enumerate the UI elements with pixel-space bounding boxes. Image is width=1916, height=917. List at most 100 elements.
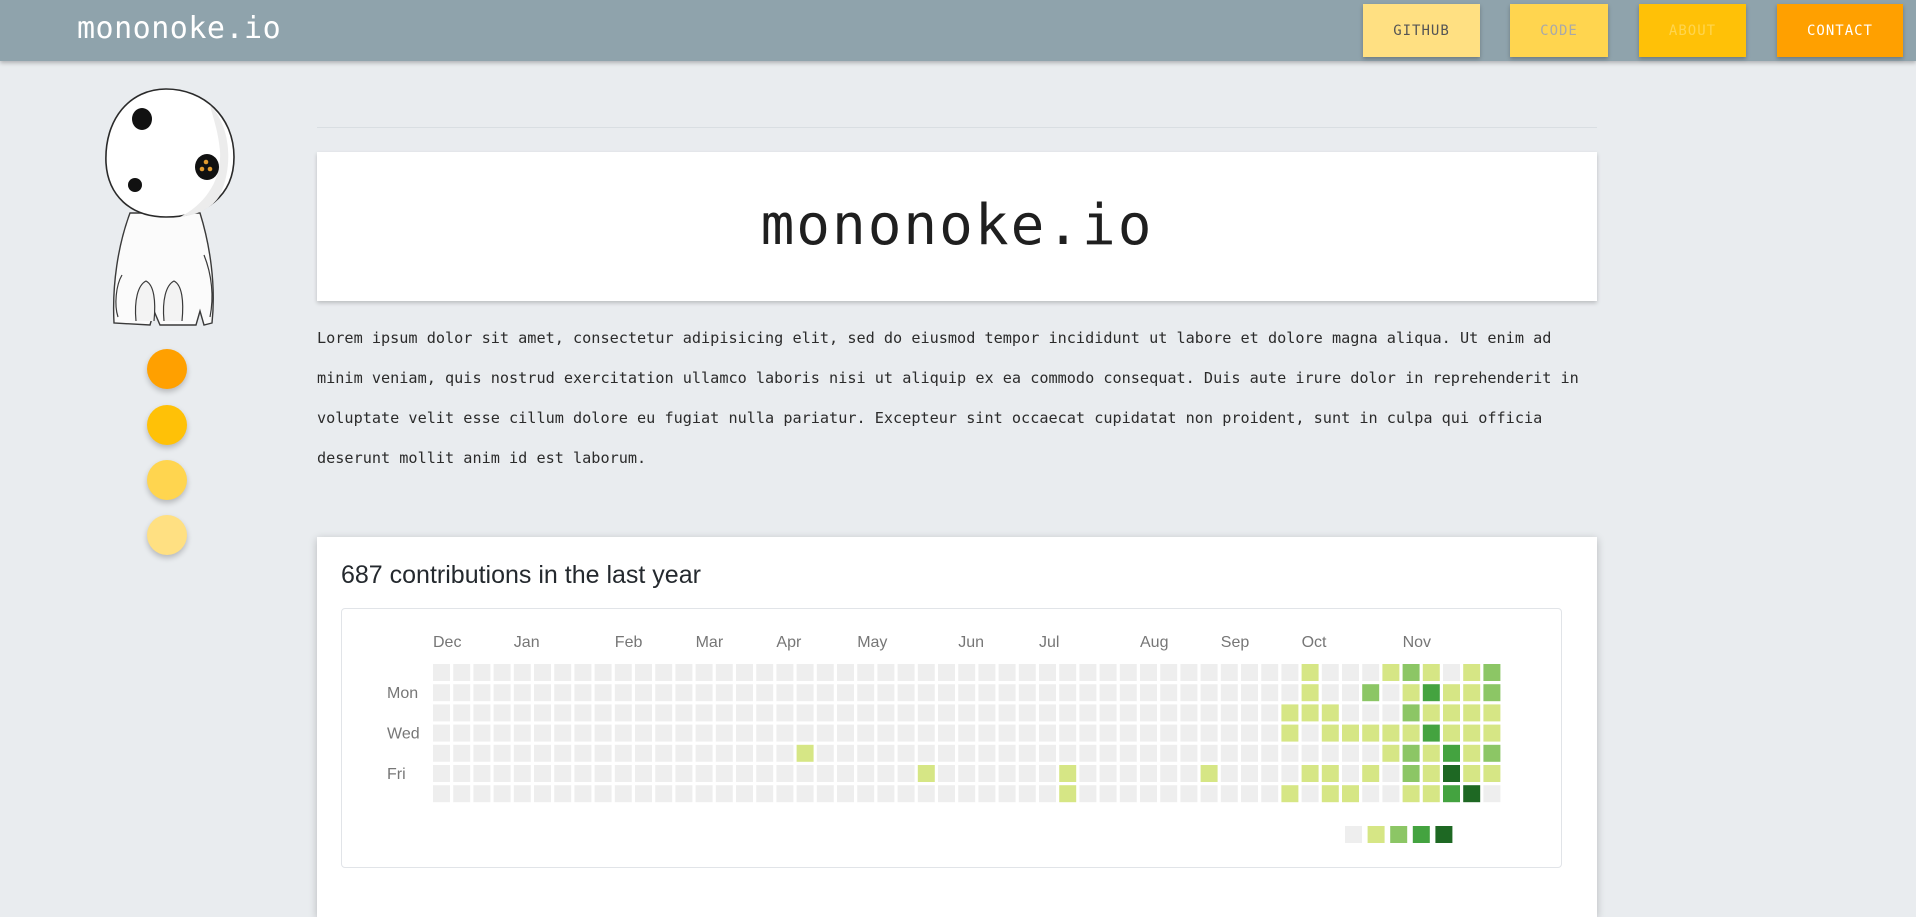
contribution-day-cell[interactable]: [493, 744, 511, 762]
contribution-day-cell[interactable]: [1140, 785, 1157, 803]
contribution-day-cell[interactable]: [796, 664, 814, 681]
contribution-day-cell[interactable]: [1220, 724, 1238, 742]
contribution-day-cell[interactable]: [1422, 785, 1440, 803]
nav-code-button[interactable]: CODE: [1510, 4, 1608, 57]
contribution-day-cell[interactable]: [776, 684, 794, 702]
contribution-day-cell[interactable]: [1160, 744, 1178, 762]
contribution-day-cell[interactable]: [1362, 765, 1380, 782]
contribution-day-cell[interactable]: [938, 724, 955, 742]
contribution-day-cell[interactable]: [715, 785, 733, 803]
contribution-day-cell[interactable]: [1200, 704, 1218, 722]
contribution-day-cell[interactable]: [1241, 664, 1258, 681]
contribution-day-cell[interactable]: [675, 704, 693, 722]
contribution-day-cell[interactable]: [493, 765, 511, 782]
contribution-day-cell[interactable]: [1180, 704, 1198, 722]
contribution-day-cell[interactable]: [1200, 765, 1218, 782]
contribution-day-cell[interactable]: [635, 704, 652, 722]
contribution-day-cell[interactable]: [837, 744, 854, 762]
contribution-day-cell[interactable]: [675, 724, 693, 742]
contribution-day-cell[interactable]: [715, 684, 733, 702]
contribution-day-cell[interactable]: [958, 664, 976, 681]
contribution-day-cell[interactable]: [1200, 684, 1218, 702]
contribution-day-cell[interactable]: [1382, 704, 1400, 722]
sidebar-dot-1[interactable]: [147, 349, 187, 389]
contribution-day-cell[interactable]: [1281, 724, 1299, 742]
contribution-day-cell[interactable]: [756, 704, 774, 722]
contribution-day-cell[interactable]: [513, 684, 531, 702]
contribution-day-cell[interactable]: [1443, 664, 1460, 681]
contribution-day-cell[interactable]: [1443, 765, 1460, 782]
contribution-day-cell[interactable]: [1463, 704, 1481, 722]
contribution-day-cell[interactable]: [1220, 785, 1238, 803]
contribution-day-cell[interactable]: [1241, 744, 1258, 762]
contribution-day-cell[interactable]: [958, 724, 976, 742]
contribution-day-cell[interactable]: [1483, 704, 1501, 722]
contribution-day-cell[interactable]: [857, 785, 875, 803]
contribution-day-cell[interactable]: [837, 724, 854, 742]
contribution-day-cell[interactable]: [1463, 765, 1481, 782]
contribution-day-cell[interactable]: [1342, 664, 1359, 681]
contribution-day-cell[interactable]: [1059, 664, 1077, 681]
contribution-day-cell[interactable]: [837, 704, 854, 722]
contribution-day-cell[interactable]: [958, 704, 976, 722]
contribution-day-cell[interactable]: [675, 744, 693, 762]
contribution-day-cell[interactable]: [1099, 664, 1117, 681]
sidebar-dot-2[interactable]: [147, 405, 187, 445]
contribution-day-cell[interactable]: [877, 785, 895, 803]
contribution-day-cell[interactable]: [594, 785, 612, 803]
contribution-day-cell[interactable]: [776, 664, 794, 681]
contribution-day-cell[interactable]: [958, 684, 976, 702]
contribution-day-cell[interactable]: [655, 704, 673, 722]
contribution-day-cell[interactable]: [1301, 785, 1319, 803]
contribution-day-cell[interactable]: [453, 664, 471, 681]
contribution-day-cell[interactable]: [1220, 704, 1238, 722]
contribution-day-cell[interactable]: [554, 765, 572, 782]
contribution-day-cell[interactable]: [776, 704, 794, 722]
contribution-day-cell[interactable]: [534, 684, 551, 702]
contribution-day-cell[interactable]: [513, 724, 531, 742]
contribution-day-cell[interactable]: [1342, 765, 1359, 782]
contribution-day-cell[interactable]: [1342, 744, 1359, 762]
contribution-day-cell[interactable]: [837, 684, 854, 702]
contribution-day-cell[interactable]: [917, 724, 935, 742]
contribution-day-cell[interactable]: [594, 724, 612, 742]
contribution-day-cell[interactable]: [998, 684, 1016, 702]
contribution-day-cell[interactable]: [493, 724, 511, 742]
contribution-day-cell[interactable]: [433, 785, 450, 803]
contribution-day-cell[interactable]: [635, 724, 652, 742]
contribution-day-cell[interactable]: [897, 765, 915, 782]
contribution-day-cell[interactable]: [857, 704, 875, 722]
contribution-day-cell[interactable]: [433, 744, 450, 762]
contribution-day-cell[interactable]: [1018, 684, 1036, 702]
contribution-day-cell[interactable]: [1018, 765, 1036, 782]
contribution-day-cell[interactable]: [453, 765, 471, 782]
contribution-day-cell[interactable]: [614, 664, 632, 681]
contribution-day-cell[interactable]: [1443, 785, 1460, 803]
contribution-day-cell[interactable]: [897, 744, 915, 762]
contribution-day-cell[interactable]: [1200, 664, 1218, 681]
contribution-day-cell[interactable]: [614, 744, 632, 762]
contribution-day-cell[interactable]: [938, 664, 955, 681]
contribution-day-cell[interactable]: [1018, 744, 1036, 762]
contribution-day-cell[interactable]: [917, 664, 935, 681]
contribution-day-cell[interactable]: [837, 765, 854, 782]
contribution-day-cell[interactable]: [1079, 785, 1097, 803]
contribution-day-cell[interactable]: [473, 704, 491, 722]
contribution-day-cell[interactable]: [1039, 785, 1056, 803]
contribution-day-cell[interactable]: [1140, 765, 1157, 782]
contribution-day-cell[interactable]: [453, 704, 471, 722]
contribution-day-cell[interactable]: [857, 684, 875, 702]
contribution-day-cell[interactable]: [534, 765, 551, 782]
contribution-day-cell[interactable]: [1261, 744, 1279, 762]
contribution-day-cell[interactable]: [1220, 664, 1238, 681]
contribution-day-cell[interactable]: [756, 664, 774, 681]
contribution-day-cell[interactable]: [655, 744, 673, 762]
contribution-day-cell[interactable]: [1463, 744, 1481, 762]
contribution-day-cell[interactable]: [594, 765, 612, 782]
contribution-day-cell[interactable]: [574, 724, 592, 742]
contribution-day-cell[interactable]: [1079, 704, 1097, 722]
contribution-day-cell[interactable]: [857, 765, 875, 782]
contribution-day-cell[interactable]: [453, 724, 471, 742]
contribution-day-cell[interactable]: [1301, 684, 1319, 702]
contribution-day-cell[interactable]: [614, 724, 632, 742]
